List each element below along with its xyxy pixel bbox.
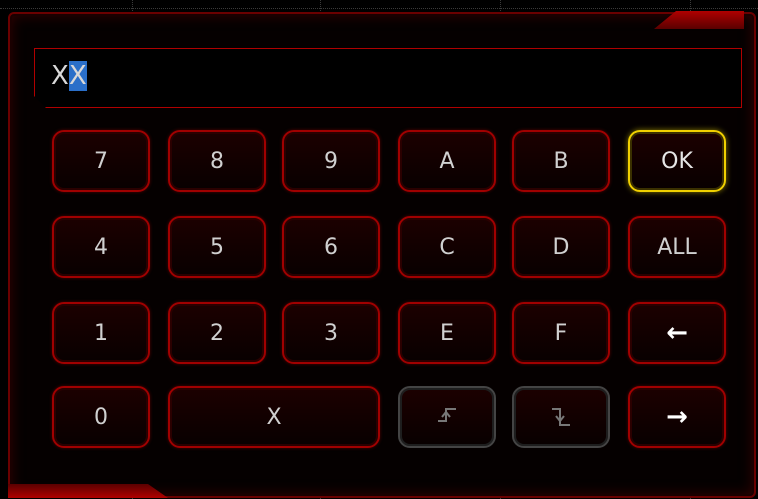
key-x[interactable]: X xyxy=(168,386,380,448)
rising-edge-button xyxy=(398,386,496,448)
key-f[interactable]: F xyxy=(512,302,610,364)
hex-keypad-dialog: XX 7 8 9 A B OK 4 5 6 C D ALL 1 2 3 E F … xyxy=(8,11,756,498)
key-d[interactable]: D xyxy=(512,216,610,278)
key-7[interactable]: 7 xyxy=(52,130,150,192)
key-0[interactable]: 0 xyxy=(52,386,150,448)
key-6[interactable]: 6 xyxy=(282,216,380,278)
key-3[interactable]: 3 xyxy=(282,302,380,364)
backspace-button[interactable]: ← xyxy=(628,302,726,364)
rising-edge-icon xyxy=(436,405,458,429)
cursor-right-button[interactable]: → xyxy=(628,386,726,448)
key-e[interactable]: E xyxy=(398,302,496,364)
grid-line xyxy=(0,8,758,9)
key-9[interactable]: 9 xyxy=(282,130,380,192)
key-4[interactable]: 4 xyxy=(52,216,150,278)
key-8[interactable]: 8 xyxy=(168,130,266,192)
value-prefix: X xyxy=(51,61,69,91)
key-c[interactable]: C xyxy=(398,216,496,278)
key-5[interactable]: 5 xyxy=(168,216,266,278)
dialog-tab-decoration xyxy=(8,484,168,498)
ok-button[interactable]: OK xyxy=(628,130,726,192)
cursor-char: X xyxy=(68,61,87,91)
value-text: XX xyxy=(51,61,87,91)
falling-edge-icon xyxy=(550,405,572,429)
all-button[interactable]: ALL xyxy=(628,216,726,278)
falling-edge-button xyxy=(512,386,610,448)
dialog-tab-decoration xyxy=(654,11,744,29)
key-2[interactable]: 2 xyxy=(168,302,266,364)
key-a[interactable]: A xyxy=(398,130,496,192)
key-b[interactable]: B xyxy=(512,130,610,192)
key-1[interactable]: 1 xyxy=(52,302,150,364)
value-input[interactable]: XX xyxy=(34,48,742,108)
